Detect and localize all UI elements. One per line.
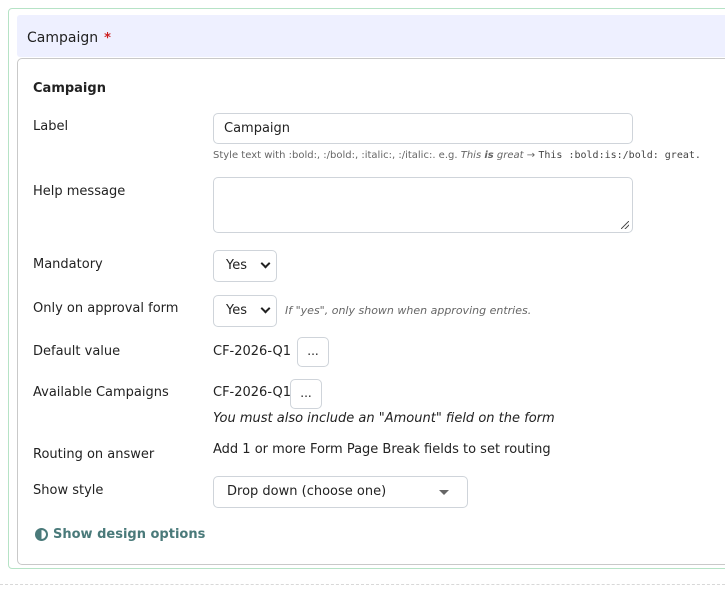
show-design-options-text: Show design options [53,527,206,542]
default-value-label: Default value [33,344,121,359]
required-marker: * [104,31,111,46]
hint-bold: is [484,150,494,161]
show-style-label: Show style [33,483,104,498]
available-campaigns-edit-button[interactable]: ... [290,379,322,409]
field-card: Campaign * Campaign Label Style text with… [8,8,725,569]
default-value-text: CF-2026-Q1 [213,344,291,359]
field-settings-panel: Campaign Label Style text with :bold:, :… [17,58,725,565]
amount-field-warning: You must also include an "Amount" field … [213,411,555,426]
approval-only-selected: Yes [226,303,247,318]
chevron-down-icon [260,258,271,269]
routing-label: Routing on answer [33,447,155,462]
label-field-label: Label [33,119,69,134]
field-header[interactable]: Campaign * [17,15,725,57]
hint-code: This :bold:is:/bold: great. [538,150,701,161]
contrast-icon [35,528,48,541]
mandatory-selected: Yes [226,258,247,273]
chevron-down-icon [260,303,271,314]
caret-down-icon [439,490,449,495]
help-message-textarea[interactable] [213,177,633,233]
field-title-text: Campaign [27,30,99,46]
label-style-hint: Style text with :bold:, :/bold:, :italic… [213,150,701,161]
mandatory-label: Mandatory [33,257,103,272]
approval-only-select[interactable]: Yes [213,295,277,327]
hint-italic-2: great [496,150,524,161]
hint-prefix: Style text with :bold:, :/bold:, :italic… [213,150,458,161]
resize-grip-icon[interactable] [621,221,629,229]
help-message-label: Help message [33,184,126,199]
routing-value: Add 1 or more Form Page Break fields to … [213,442,551,457]
show-style-select[interactable]: Drop down (choose one) [213,476,468,508]
show-style-selected: Drop down (choose one) [227,484,387,499]
approval-only-label: Only on approval form [33,301,179,316]
show-design-options-link[interactable]: Show design options [35,527,205,542]
mandatory-select[interactable]: Yes [213,250,277,282]
label-input[interactable] [213,113,633,144]
hint-italic-1: This [460,150,482,161]
field-header-title: Campaign * [27,30,111,46]
approval-only-note: If "yes", only shown when approving entr… [285,304,532,317]
hint-arrow: → [526,150,536,161]
section-divider [0,584,725,585]
available-campaigns-text: CF-2026-Q1 [213,385,291,400]
panel-title: Campaign [33,81,106,96]
available-campaigns-label: Available Campaigns [33,385,169,400]
default-value-edit-button[interactable]: ... [297,337,329,367]
